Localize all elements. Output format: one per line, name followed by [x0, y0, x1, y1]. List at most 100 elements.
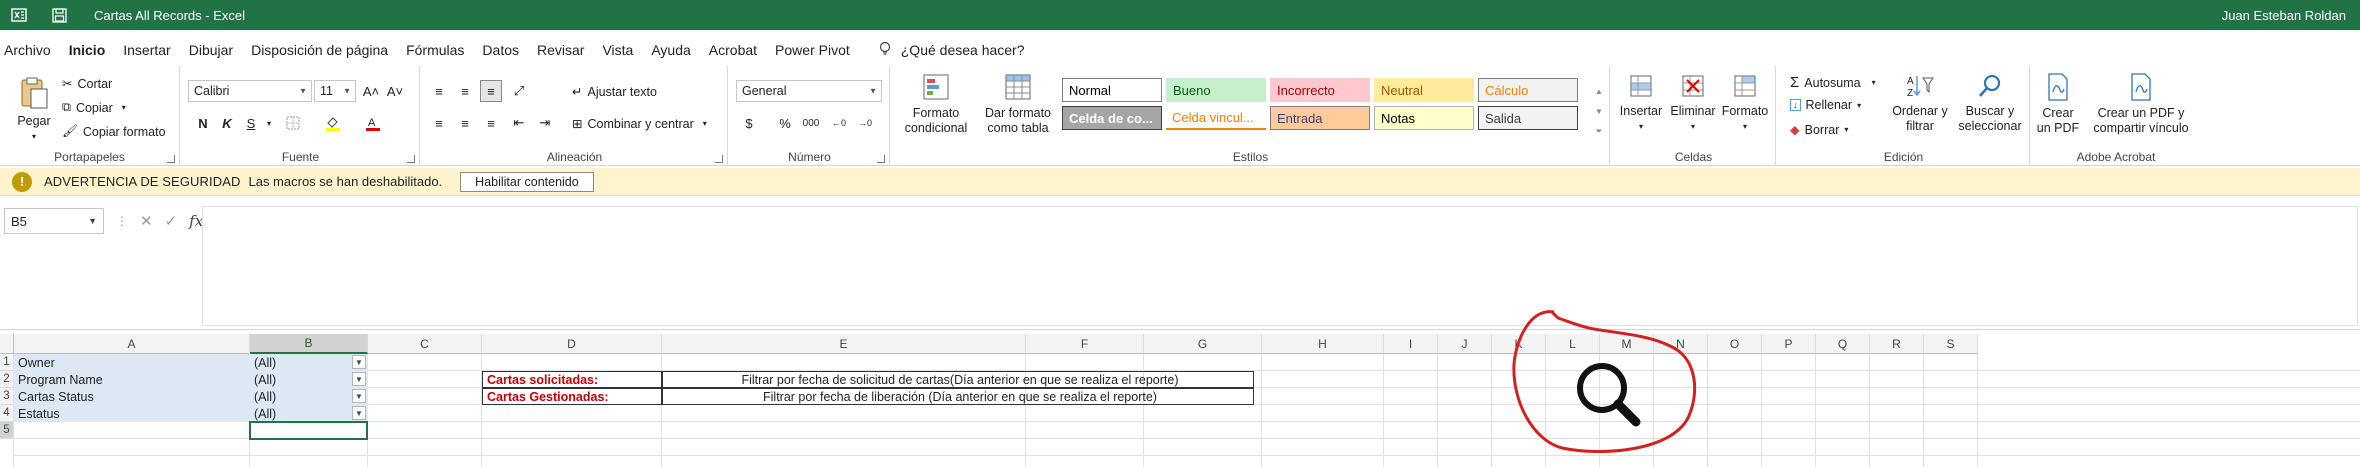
filter-dropdown-button[interactable]: ▼ — [352, 389, 366, 403]
thousands-button[interactable]: 000 — [800, 112, 822, 134]
save-icon[interactable] — [48, 4, 70, 26]
worksheet-grid[interactable]: ABCDEFGHIJKLMNOPQRS 12345 Owner (All) ▼ Pro… — [0, 334, 2360, 467]
tab-acrobat[interactable]: Acrobat — [700, 36, 766, 64]
excel-logo-icon[interactable] — [8, 4, 30, 26]
row-header-2[interactable]: 2 — [0, 371, 14, 388]
column-header-d[interactable]: D — [482, 334, 662, 354]
row-header-3[interactable]: 3 — [0, 388, 14, 405]
tab-disposicion[interactable]: Disposición de página — [242, 36, 397, 64]
row-header-1[interactable]: 1 — [0, 354, 14, 371]
autosum-button[interactable]: Σ Autosuma ▾ — [1790, 74, 1876, 91]
gallery-scroll-icon[interactable]: ▲ — [1588, 80, 1610, 102]
create-share-pdf-button[interactable]: Crear un PDF y compartir vínculo — [2086, 72, 2196, 136]
tab-archivo[interactable]: Archivo — [0, 36, 60, 64]
active-cell-outline[interactable] — [249, 421, 368, 440]
italic-button[interactable]: K — [216, 112, 238, 134]
column-header-e[interactable]: E — [662, 334, 1026, 354]
tab-formulas[interactable]: Fórmulas — [397, 36, 473, 64]
percent-button[interactable]: % — [774, 112, 796, 134]
column-header-i[interactable]: I — [1384, 334, 1438, 354]
align-top-icon[interactable]: ≡ — [428, 80, 450, 102]
dialog-launcher-icon[interactable] — [877, 155, 885, 163]
column-header-q[interactable]: Q — [1816, 334, 1870, 354]
column-header-f[interactable]: F — [1026, 334, 1144, 354]
create-pdf-button[interactable]: Crear un PDF — [2034, 72, 2082, 136]
tab-dibujar[interactable]: Dibujar — [180, 36, 242, 64]
dialog-launcher-icon[interactable] — [715, 155, 723, 163]
sort-filter-button[interactable]: AZ Ordenar y filtrar — [1888, 72, 1952, 134]
border-icon[interactable] — [282, 112, 304, 134]
enter-icon[interactable]: ✓ — [165, 212, 178, 230]
cell-style-7[interactable]: Entrada — [1270, 106, 1370, 130]
name-box[interactable]: B5 ▼ — [4, 208, 104, 234]
row-header-5[interactable]: 5 — [0, 422, 14, 439]
row-header-4[interactable]: 4 — [0, 405, 14, 422]
tab-power-pivot[interactable]: Power Pivot — [766, 36, 859, 64]
column-header-r[interactable]: R — [1870, 334, 1924, 354]
clear-button[interactable]: ◆ Borrar ▾ — [1790, 122, 1848, 138]
enable-content-button[interactable]: Habilitar contenido — [460, 171, 594, 192]
conditional-format-button[interactable]: Formato condicional — [896, 72, 976, 136]
increase-indent-icon[interactable]: ⇥ — [534, 112, 556, 134]
dialog-launcher-icon[interactable] — [407, 155, 415, 163]
shrink-font-button[interactable]: A˅ — [384, 80, 406, 102]
tab-datos[interactable]: Datos — [473, 36, 528, 64]
bold-button[interactable]: N — [192, 112, 214, 134]
format-painter-button[interactable]: 🖌 Copiar formato — [62, 124, 166, 139]
paste-button[interactable]: Pegar ▾ — [14, 76, 54, 144]
gallery-more-icon[interactable]: ⏷ — [1588, 120, 1610, 142]
column-header-a[interactable]: A — [14, 334, 250, 354]
cell-style-6[interactable]: Celda vincul... — [1166, 106, 1266, 130]
cell-style-0[interactable]: Normal — [1062, 78, 1162, 102]
copy-button[interactable]: ⧉ Copiar ▾ — [62, 100, 126, 115]
tell-me-search[interactable]: ¿Qué desea hacer? — [879, 41, 1025, 60]
cell-style-1[interactable]: Bueno — [1166, 78, 1266, 102]
format-cells-button[interactable]: Formato ▾ — [1720, 72, 1770, 134]
formula-input[interactable] — [202, 206, 2358, 326]
column-header-h[interactable]: H — [1262, 334, 1384, 354]
tab-vista[interactable]: Vista — [593, 36, 642, 64]
decrease-indent-icon[interactable]: ⇤ — [508, 112, 530, 134]
underline-dropdown-icon[interactable]: ▾ — [258, 112, 280, 134]
delete-cells-button[interactable]: Eliminar ▾ — [1668, 72, 1718, 134]
user-name[interactable]: Juan Esteban Roldan — [2222, 8, 2346, 23]
cell-style-9[interactable]: Salida — [1478, 106, 1578, 130]
column-header-s[interactable]: S — [1924, 334, 1978, 354]
filter-dropdown-button[interactable]: ▼ — [352, 355, 366, 369]
align-right-icon[interactable]: ≡ — [480, 112, 502, 134]
filter-dropdown-button[interactable]: ▼ — [352, 372, 366, 386]
orientation-icon[interactable]: ⤢ — [508, 80, 530, 102]
filter-dropdown-button[interactable]: ▼ — [352, 406, 366, 420]
number-format-select[interactable]: General ▼ — [736, 80, 882, 102]
decrease-decimal-icon[interactable]: →0 — [854, 112, 876, 134]
wrap-text-button[interactable]: ↵ Ajustar texto — [572, 84, 657, 100]
column-header-b[interactable]: B — [250, 334, 368, 354]
insert-cells-button[interactable]: Insertar ▾ — [1616, 72, 1666, 134]
grow-font-button[interactable]: A˄ — [360, 80, 382, 102]
font-size-select[interactable]: 11 ▼ — [314, 80, 356, 102]
more-options-icon[interactable]: ⋮ — [116, 214, 128, 228]
align-left-icon[interactable]: ≡ — [428, 112, 450, 134]
tab-revisar[interactable]: Revisar — [528, 36, 593, 64]
cell-style-3[interactable]: Neutral — [1374, 78, 1474, 102]
font-color-icon[interactable]: A — [362, 112, 384, 134]
column-header-j[interactable]: J — [1438, 334, 1492, 354]
currency-button[interactable]: $ — [738, 112, 760, 134]
find-select-button[interactable]: Buscar y seleccionar — [1954, 72, 2026, 134]
tab-inicio[interactable]: Inicio — [60, 36, 115, 64]
cell-style-5[interactable]: Celda de co... — [1062, 106, 1162, 130]
align-bottom-icon[interactable]: ≡ — [480, 80, 502, 102]
column-header-c[interactable]: C — [368, 334, 482, 354]
tab-ayuda[interactable]: Ayuda — [642, 36, 699, 64]
cancel-icon[interactable]: ✕ — [140, 212, 153, 230]
select-all-corner[interactable] — [0, 334, 14, 354]
cell-style-4[interactable]: Cálculo — [1478, 78, 1578, 102]
tab-insertar[interactable]: Insertar — [114, 36, 179, 64]
column-header-g[interactable]: G — [1144, 334, 1262, 354]
align-middle-icon[interactable]: ≡ — [454, 80, 476, 102]
fill-color-icon[interactable] — [322, 112, 344, 134]
cell-style-2[interactable]: Incorrecto — [1270, 78, 1370, 102]
font-name-select[interactable]: Calibri ▼ — [188, 80, 312, 102]
align-center-icon[interactable]: ≡ — [454, 112, 476, 134]
fill-button[interactable]: ↓ Rellenar ▾ — [1790, 98, 1861, 112]
